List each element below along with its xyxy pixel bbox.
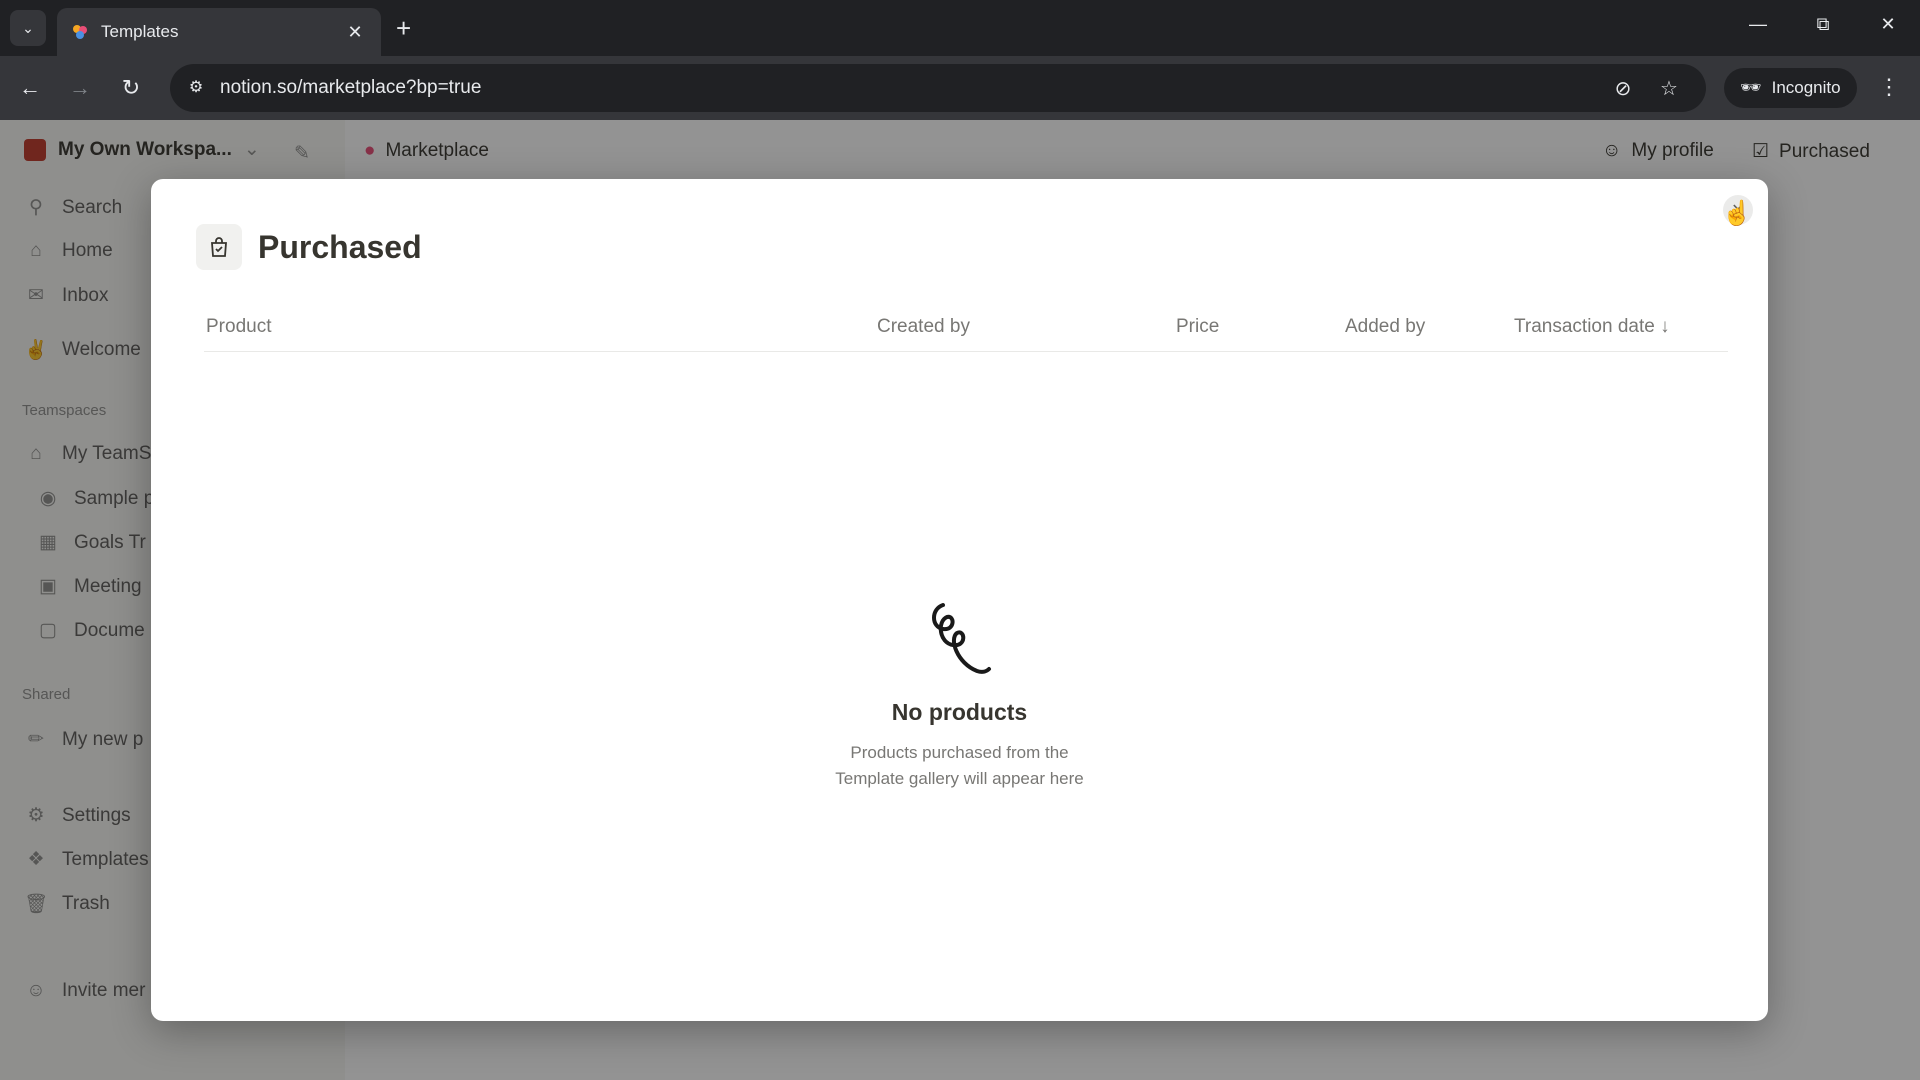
empty-state-line-1: Products purchased from the [850,743,1069,762]
address-bar[interactable]: ⚙ notion.so/marketplace?bp=true ⊘ ☆ [170,64,1706,112]
modal-title: Purchased [258,228,422,265]
back-arrow-icon[interactable]: ← [14,72,46,104]
column-header-price[interactable]: Price [1176,316,1219,338]
column-header-product[interactable]: Product [206,316,271,338]
incognito-indicator[interactable]: 🕶 Incognito [1724,68,1857,108]
new-tab-plus-icon[interactable]: + [396,14,411,42]
browser-tab-bar: ⌄ Templates ✕ + — ⧉ ✕ [0,0,1920,56]
table-header: Product Created by Price Added by Transa… [204,304,1728,352]
bookmark-star-icon[interactable]: ☆ [1656,76,1682,101]
column-header-transaction-date[interactable]: Transaction date ↓ [1514,316,1670,338]
purchased-bag-icon [196,224,242,270]
notion-marketplace-favicon-icon [73,25,87,39]
modal-header: Purchased [196,224,422,270]
tab-close-icon[interactable]: ✕ [343,22,367,43]
incognito-icon: 🕶 [1740,78,1762,97]
hand-cursor-icon: ☝ [1722,200,1752,227]
purchased-modal: Purchased ✕ ☝ Product Created by Price A… [151,179,1768,1021]
empty-state-title: No products [891,699,1028,725]
window-close-icon[interactable]: ✕ [1868,14,1908,35]
empty-state: No products Products purchased from the … [151,599,1768,792]
restore-icon[interactable]: ⧉ [1803,14,1843,35]
tab-title: Templates [101,22,179,41]
eye-off-icon[interactable]: ⊘ [1610,76,1636,101]
column-header-created-by[interactable]: Created by [877,316,970,338]
reload-icon[interactable]: ↻ [115,72,147,104]
column-header-added-by[interactable]: Added by [1345,316,1425,338]
browser-menu-icon[interactable]: ⋮ [1878,74,1900,100]
incognito-label: Incognito [1771,78,1841,97]
site-info-icon[interactable]: ⚙ [184,76,208,100]
tab-search-chevron-icon[interactable]: ⌄ [10,10,46,46]
empty-state-line-2: Template gallery will appear here [835,769,1084,788]
forward-arrow-icon[interactable]: → [64,72,96,104]
empty-state-description: Products purchased from the Template gal… [810,740,1110,792]
browser-tab[interactable]: Templates ✕ [57,8,381,56]
url-text[interactable]: notion.so/marketplace?bp=true [220,77,481,99]
minimize-icon[interactable]: — [1738,14,1778,35]
browser-toolbar: ← → ↻ ⚙ notion.so/marketplace?bp=true ⊘ … [0,56,1920,120]
squiggle-illustration-icon [931,603,991,674]
